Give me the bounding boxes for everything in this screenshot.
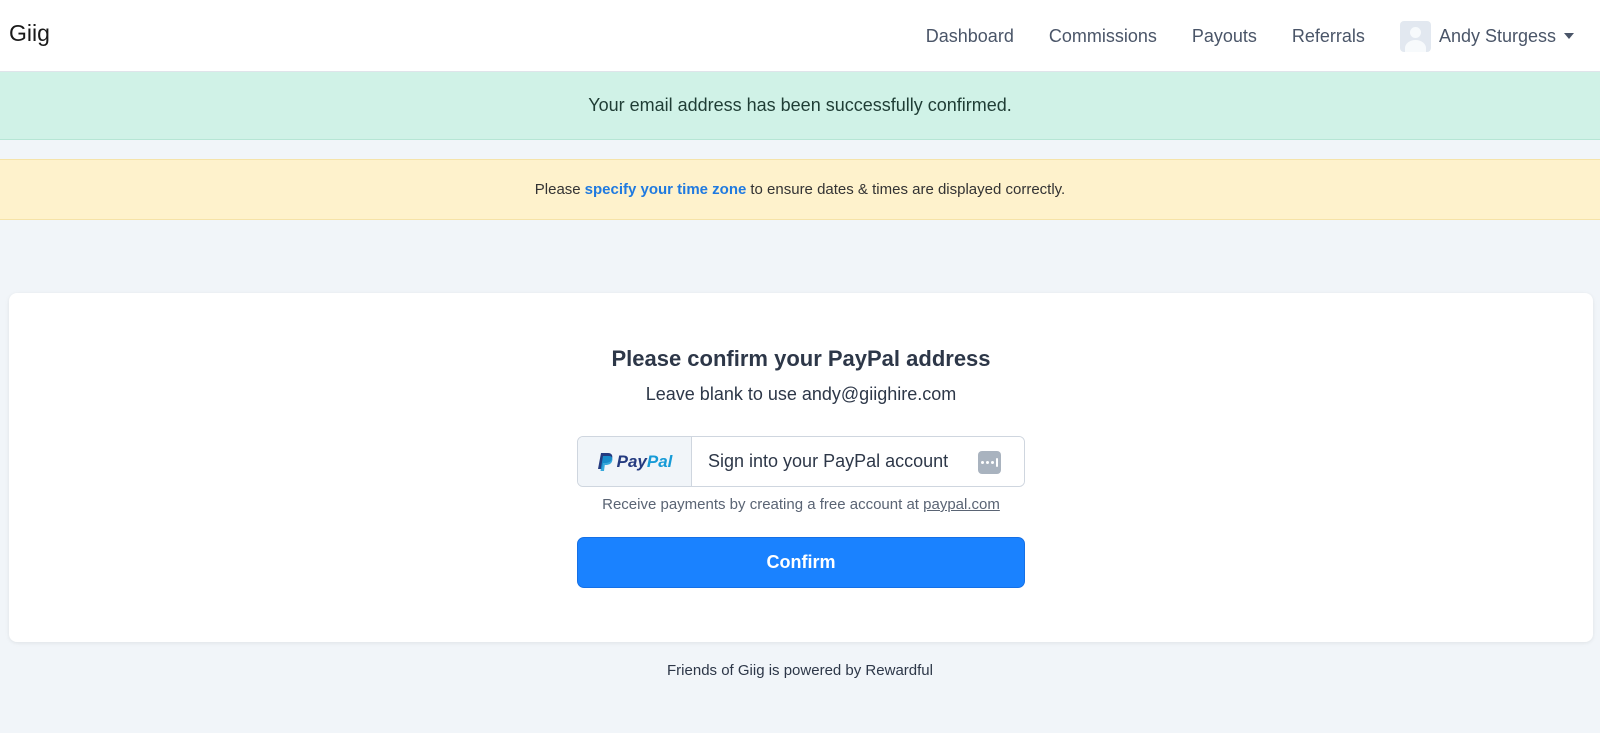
nav-commissions[interactable]: Commissions xyxy=(1049,26,1157,47)
paypal-logo-pal: Pal xyxy=(646,451,673,471)
paypal-logo-pay: Pay xyxy=(616,451,647,471)
success-alert: Your email address has been successfully… xyxy=(0,72,1600,140)
caret-down-icon xyxy=(1564,33,1574,39)
confirm-button[interactable]: Confirm xyxy=(577,537,1025,588)
paypal-card: Please confirm your PayPal address Leave… xyxy=(9,293,1593,642)
paypal-logo: Pay Pal xyxy=(597,451,673,472)
paypal-link[interactable]: paypal.com xyxy=(923,496,1000,513)
paypal-icon xyxy=(597,452,613,471)
paypal-input-group: Pay Pal xyxy=(577,436,1025,487)
paypal-logo-box: Pay Pal xyxy=(578,437,692,486)
helper-text-body: Receive payments by creating a free acco… xyxy=(602,496,919,513)
user-name: Andy Sturgess xyxy=(1438,25,1556,46)
paypal-email-input[interactable] xyxy=(692,437,1024,486)
nav-links: Dashboard Commissions Payouts Referrals … xyxy=(926,0,1600,72)
card-title: Please confirm your PayPal address xyxy=(611,346,991,371)
avatar xyxy=(1399,20,1431,52)
success-alert-text: Your email address has been successfully… xyxy=(588,95,1012,115)
nav-payouts[interactable]: Payouts xyxy=(1192,26,1257,47)
card-subtitle: Leave blank to use andy@giighire.com xyxy=(645,384,957,404)
navbar: Giig Dashboard Commissions Payouts Refer… xyxy=(0,0,1600,72)
user-menu[interactable]: Andy Sturgess xyxy=(1399,20,1574,52)
nav-dashboard[interactable]: Dashboard xyxy=(926,26,1014,47)
password-manager-icon[interactable] xyxy=(978,451,1001,474)
warning-prefix: Please xyxy=(534,181,581,198)
nav-referrals[interactable]: Referrals xyxy=(1292,26,1365,47)
helper-text: Receive payments by creating a free acco… xyxy=(9,496,1593,513)
brand-logo[interactable]: Giig xyxy=(9,20,50,47)
timezone-link[interactable]: specify your time zone xyxy=(585,181,747,198)
timezone-warning: Please specify your time zone to ensure … xyxy=(0,159,1600,220)
footer-text: Friends of Giig is powered by Rewardful xyxy=(667,662,933,679)
warning-suffix: to ensure dates & times are displayed co… xyxy=(750,181,1066,198)
